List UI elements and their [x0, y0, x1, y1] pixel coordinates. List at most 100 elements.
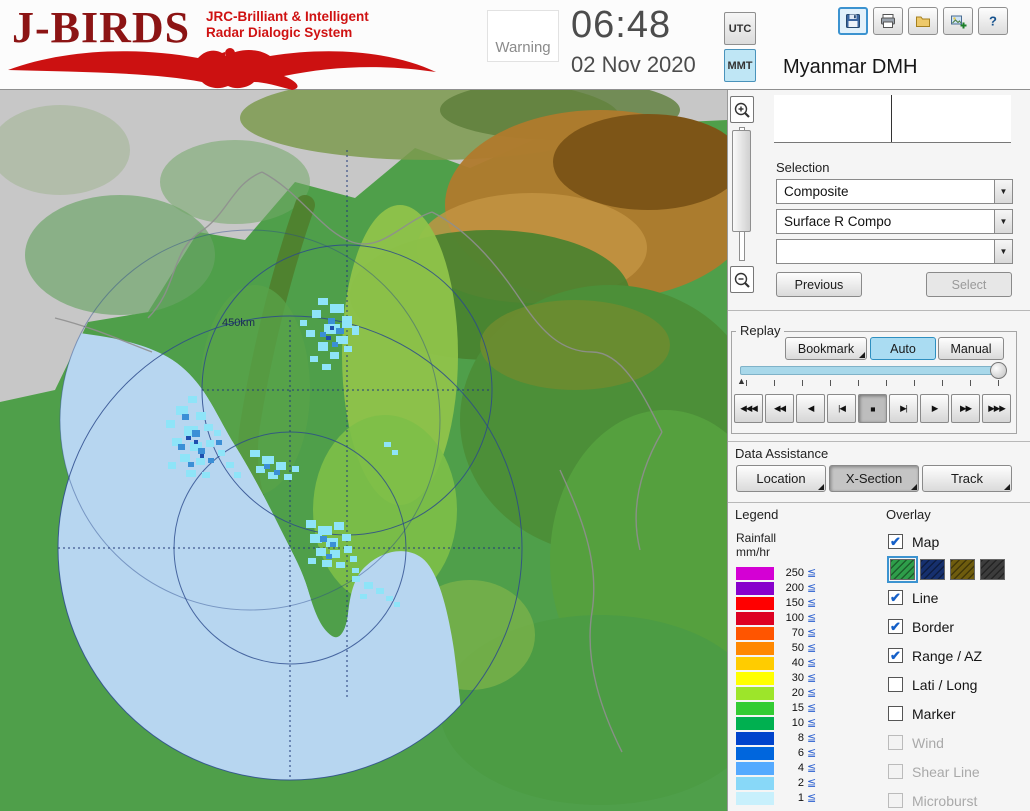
status-box-divider [891, 95, 892, 142]
open-folder-icon [916, 16, 930, 27]
save-icon [846, 14, 860, 28]
manual-mode-button[interactable]: Manual [938, 337, 1004, 360]
bookmark-button[interactable]: Bookmark [785, 337, 867, 360]
product-dropdown-value: Surface R Compo [784, 214, 892, 229]
logo-subtitle-line2: Radar Dialogic System [206, 24, 353, 40]
legend-color-swatch [736, 746, 774, 760]
legend-value: 30 [791, 671, 804, 684]
map-color-olive-swatch[interactable] [950, 559, 975, 580]
border-checkbox[interactable]: ✔ [888, 619, 903, 634]
track-button[interactable]: Track [922, 465, 1012, 492]
replay-timeline-slider[interactable] [740, 362, 1007, 379]
range-distance-label: 450km [222, 317, 255, 329]
clock-time: 06:48 [571, 4, 672, 46]
map-color-gray-swatch[interactable] [980, 559, 1005, 580]
fast-forward-button[interactable]: ▶▶ [951, 394, 980, 423]
range-az-checkbox[interactable]: ✔ [888, 648, 903, 663]
overlay-item-map[interactable]: ✔ Map [888, 527, 1005, 556]
stop-button[interactable]: ■ [858, 394, 887, 423]
zoom-out-button[interactable] [730, 266, 754, 293]
location-button[interactable]: Location [736, 465, 826, 492]
play-reverse-button[interactable]: ◀ [796, 394, 825, 423]
overlay-label-text: Line [912, 589, 939, 606]
legend-value: 50 [791, 641, 804, 654]
mmt-button[interactable]: MMT [724, 49, 756, 82]
legend-color-swatch [736, 566, 774, 580]
radar-map-view[interactable]: 450km [0, 76, 780, 811]
fast-rewind-button[interactable]: ◀◀ [765, 394, 794, 423]
jbirds-application: J-BIRDS JRC-Brilliant & Intelligent Rada… [0, 0, 1030, 811]
less-equal-icon: ≦ [807, 791, 817, 804]
product-dropdown[interactable]: Surface R Compo ▼ [776, 209, 1013, 234]
overlay-label-text: Microburst [912, 792, 978, 809]
legend-color-swatch [736, 701, 774, 715]
utc-button[interactable]: UTC [724, 12, 756, 45]
sub-product-dropdown-value [777, 240, 994, 263]
legend-value: 4 [797, 761, 804, 774]
warning-indicator[interactable]: Warning [487, 10, 559, 62]
legend-row: 15 ≦ [736, 701, 816, 716]
less-equal-icon: ≦ [807, 641, 817, 654]
less-equal-icon: ≦ [807, 611, 817, 624]
overlay-item-shear-line: Shear Line [888, 757, 1005, 786]
legend-value: 8 [797, 731, 804, 744]
chevron-down-icon[interactable]: ▼ [994, 210, 1012, 233]
less-equal-icon: ≦ [807, 671, 817, 684]
radar-map-canvas[interactable]: 450km [0, 76, 780, 811]
overlay-item-lati-long[interactable]: Lati / Long [888, 670, 1005, 699]
svg-text:?: ? [989, 14, 997, 29]
help-icon: ? [989, 14, 997, 29]
chevron-down-icon[interactable]: ▼ [994, 240, 1012, 263]
jump-start-button[interactable]: ◀◀◀ [734, 394, 763, 423]
less-equal-icon: ≦ [807, 686, 817, 699]
less-equal-icon: ≦ [807, 596, 817, 609]
replay-slider-thumb[interactable] [990, 362, 1007, 379]
less-equal-icon: ≦ [807, 776, 817, 789]
zoom-slider-thumb[interactable] [732, 130, 751, 232]
legend-row: 10 ≦ [736, 716, 816, 731]
auto-mode-button[interactable]: Auto [870, 337, 936, 360]
map-color-navy-swatch[interactable] [920, 559, 945, 580]
print-button[interactable] [873, 7, 903, 35]
line-checkbox[interactable]: ✔ [888, 590, 903, 605]
composite-dropdown[interactable]: Composite ▼ [776, 179, 1013, 204]
overlay-item-border[interactable]: ✔ Border [888, 612, 1005, 641]
chevron-down-icon[interactable]: ▼ [994, 180, 1012, 203]
x-section-button[interactable]: X-Section [829, 465, 919, 492]
data-assistance-section-label: Data Assistance [735, 446, 829, 461]
overlay-options: ✔ Map ✔ Line ✔ Border ✔ Range / AZ Lati / Long Ma… [887, 527, 1005, 811]
previous-button[interactable]: Previous [776, 272, 862, 297]
legend-row: 2 ≦ [736, 776, 816, 791]
help-button[interactable]: ? [978, 7, 1008, 35]
legend-scale: 250 ≦ 200 ≦ 150 ≦ 100 ≦ 70 ≦ 50 ≦ 40 ≦ 30 ≦ 20 ≦ 15 ≦ 10 ≦ 8 ≦ 6… [736, 566, 816, 806]
legend-row: 40 ≦ [736, 656, 816, 671]
step-forward-button[interactable]: ▶| [889, 394, 918, 423]
map-checkbox[interactable]: ✔ [888, 534, 903, 549]
export-image-button[interactable] [943, 7, 973, 35]
sub-product-dropdown[interactable]: ▼ [776, 239, 1013, 264]
marker-checkbox[interactable] [888, 706, 903, 721]
legend-row: 70 ≦ [736, 626, 816, 641]
legend-row: 1 ≦ [736, 791, 816, 806]
step-back-button[interactable]: |◀ [827, 394, 856, 423]
map-color-green-swatch[interactable] [887, 556, 918, 583]
logo-subtitle-line1: JRC-Brilliant & Intelligent [206, 9, 369, 24]
legend-value: 70 [791, 626, 804, 639]
zoom-in-icon [734, 102, 750, 118]
play-button[interactable]: ▶ [920, 394, 949, 423]
zoom-in-button[interactable] [730, 96, 754, 123]
save-button[interactable] [838, 7, 868, 35]
open-folder-button[interactable] [908, 7, 938, 35]
legend-unit-line2: mm/hr [736, 545, 770, 560]
select-button[interactable]: Select [926, 272, 1012, 297]
jump-end-button[interactable]: ▶▶▶ [982, 394, 1011, 423]
less-equal-icon: ≦ [807, 761, 817, 774]
less-equal-icon: ≦ [807, 581, 817, 594]
lati-long-checkbox[interactable] [888, 677, 903, 692]
overlay-item-range-az[interactable]: ✔ Range / AZ [888, 641, 1005, 670]
overlay-item-line[interactable]: ✔ Line [888, 583, 1005, 612]
legend-row: 4 ≦ [736, 761, 816, 776]
overlay-item-marker[interactable]: Marker [888, 699, 1005, 728]
less-equal-icon: ≦ [807, 701, 817, 714]
data-assistance-buttons: Location X-Section Track [736, 465, 1012, 492]
